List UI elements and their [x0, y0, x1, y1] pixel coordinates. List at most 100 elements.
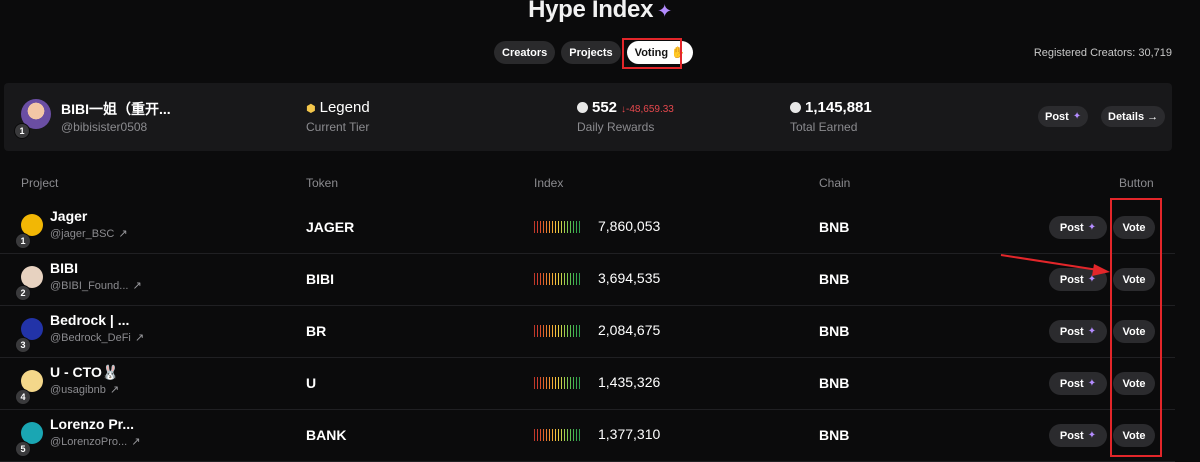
- project-name[interactable]: Jager: [50, 208, 87, 224]
- table-row[interactable]: 5 Lorenzo Pr... @LorenzoPro... ↗ BANK 1,377,3…: [0, 410, 1175, 462]
- index-meter-bar: [546, 377, 547, 389]
- project-name[interactable]: BIBI: [50, 260, 78, 276]
- index-meter: [534, 429, 580, 441]
- token-symbol: JAGER: [306, 219, 355, 235]
- table-row[interactable]: 2 BIBI @BIBI_Found... ↗ BIBI 3,694,535 BNB Post…: [0, 254, 1175, 306]
- index-meter-bar: [549, 325, 550, 337]
- index-meter-bar: [555, 429, 556, 441]
- index-meter-bar: [543, 221, 544, 233]
- external-link-icon: ↗: [131, 436, 141, 448]
- project-name[interactable]: Bedrock | ...: [50, 312, 129, 328]
- index-meter-bar: [564, 325, 565, 337]
- chain-name: BNB: [819, 375, 850, 391]
- index-meter-bar: [579, 221, 580, 233]
- project-handle[interactable]: @BIBI_Found... ↗: [50, 279, 142, 292]
- top-creator-details-button[interactable]: Details →: [1101, 106, 1166, 127]
- index-meter-bar: [543, 377, 544, 389]
- table-row[interactable]: 4U - CTO🐰 @usagibnb ↗ U 1,435,326 BNB Post ✦ Vot…: [0, 358, 1175, 410]
- creator-handle: @bibisister0508: [61, 120, 148, 134]
- top-creator-card: 1 BIBI一姐（重开... @bibisister0508 ⬢ Legend C…: [4, 83, 1172, 151]
- rank-badge: 1: [15, 233, 31, 249]
- index-meter-bar: [558, 221, 559, 233]
- column-header-project: Project: [21, 176, 59, 190]
- index-meter-bar: [579, 325, 580, 337]
- index-meter-bar: [579, 273, 580, 285]
- index-meter-bar: [567, 325, 568, 337]
- column-header-button: Button: [1119, 176, 1154, 190]
- external-link-icon: ↗: [118, 228, 128, 240]
- index-meter-bar: [576, 221, 577, 233]
- index-meter-bar: [543, 325, 544, 337]
- index-value: 3,694,535: [598, 270, 661, 286]
- index-meter-bar: [561, 325, 562, 337]
- external-link-icon: ↗: [109, 384, 120, 396]
- index-meter-bar: [576, 429, 577, 441]
- table-row[interactable]: 3 Bedrock | ... @Bedrock_DeFi ↗ BR 2,084,675 B…: [0, 306, 1175, 358]
- index-meter-bar: [579, 429, 580, 441]
- project-handle[interactable]: @Bedrock_DeFi ↗: [50, 331, 144, 344]
- index-meter-bar: [567, 221, 568, 233]
- index-meter-bar: [537, 273, 538, 285]
- rank-badge: 5: [15, 441, 31, 457]
- project-handle[interactable]: @LorenzoPro... ↗: [50, 435, 140, 448]
- index-meter-bar: [540, 221, 541, 233]
- index-meter-bar: [552, 429, 553, 441]
- rank-badge: 1: [14, 123, 30, 139]
- column-header-chain: Chain: [819, 176, 851, 190]
- project-handle[interactable]: @jager_BSC ↗: [50, 227, 128, 240]
- index-meter-bar: [558, 273, 559, 285]
- sparkle-icon: ✦: [1072, 111, 1082, 122]
- index-meter-bar: [552, 377, 553, 389]
- post-button[interactable]: Post ✦: [1049, 372, 1107, 395]
- rank-badge: 2: [15, 285, 31, 301]
- project-handle[interactable]: @usagibnb ↗: [50, 383, 119, 396]
- sparkle-icon: ✦: [1087, 222, 1097, 233]
- index-meter-bar: [567, 429, 568, 441]
- index-meter-bar: [549, 377, 550, 389]
- token-symbol: U: [306, 375, 317, 391]
- index-meter-bar: [576, 273, 577, 285]
- index-meter-bar: [558, 325, 559, 337]
- project-name[interactable]: U - CTO🐰: [50, 364, 119, 381]
- token-symbol: BIBI: [306, 271, 334, 287]
- index-meter-bar: [576, 325, 577, 337]
- index-meter-bar: [573, 325, 574, 337]
- registered-creators-count: Registered Creators: 30,719: [1033, 47, 1172, 59]
- post-button[interactable]: Post ✦: [1049, 320, 1107, 343]
- index-meter-bar: [570, 377, 571, 389]
- index-meter-bar: [546, 273, 547, 285]
- index-meter-bar: [561, 429, 562, 441]
- index-meter-bar: [537, 221, 538, 233]
- post-button[interactable]: Post ✦: [1049, 268, 1107, 291]
- index-meter-bar: [555, 325, 556, 337]
- index-meter-bar: [552, 221, 553, 233]
- tab-projects[interactable]: Projects: [561, 41, 621, 64]
- tier-label: Current Tier: [306, 120, 370, 134]
- index-meter-bar: [573, 377, 574, 389]
- index-meter-bar: [534, 325, 535, 337]
- top-creator-post-button[interactable]: Post ✦: [1038, 106, 1089, 127]
- creator-name[interactable]: BIBI一姐（重开...: [61, 99, 171, 119]
- post-button[interactable]: Post ✦: [1049, 216, 1107, 239]
- index-value: 2,084,675: [598, 322, 661, 338]
- chain-name: BNB: [819, 271, 850, 287]
- index-value: 1,377,310: [598, 426, 661, 442]
- column-header-index: Index: [534, 176, 564, 190]
- post-button[interactable]: Post ✦: [1049, 424, 1107, 447]
- external-link-icon: ↗: [134, 332, 145, 344]
- total-earned-label: Total Earned: [790, 120, 858, 134]
- index-meter-bar: [564, 221, 565, 233]
- rank-badge: 4: [15, 389, 31, 405]
- index-meter-bar: [561, 221, 562, 233]
- index-meter-bar: [534, 273, 535, 285]
- column-header-token: Token: [306, 176, 339, 190]
- token-symbol: BR: [306, 323, 327, 339]
- index-meter-bar: [570, 221, 571, 233]
- project-name[interactable]: Lorenzo Pr...: [50, 416, 134, 432]
- index-meter-bar: [552, 273, 553, 285]
- tab-creators[interactable]: Creators: [494, 41, 556, 64]
- token-coin-icon: [790, 102, 801, 113]
- index-meter-bar: [546, 429, 547, 441]
- annotation-highlight-vote-column: [1110, 198, 1162, 457]
- table-row[interactable]: 1 Jager @jager_BSC ↗ JAGER 7,860,053 BNB Post ✦ V…: [0, 202, 1175, 254]
